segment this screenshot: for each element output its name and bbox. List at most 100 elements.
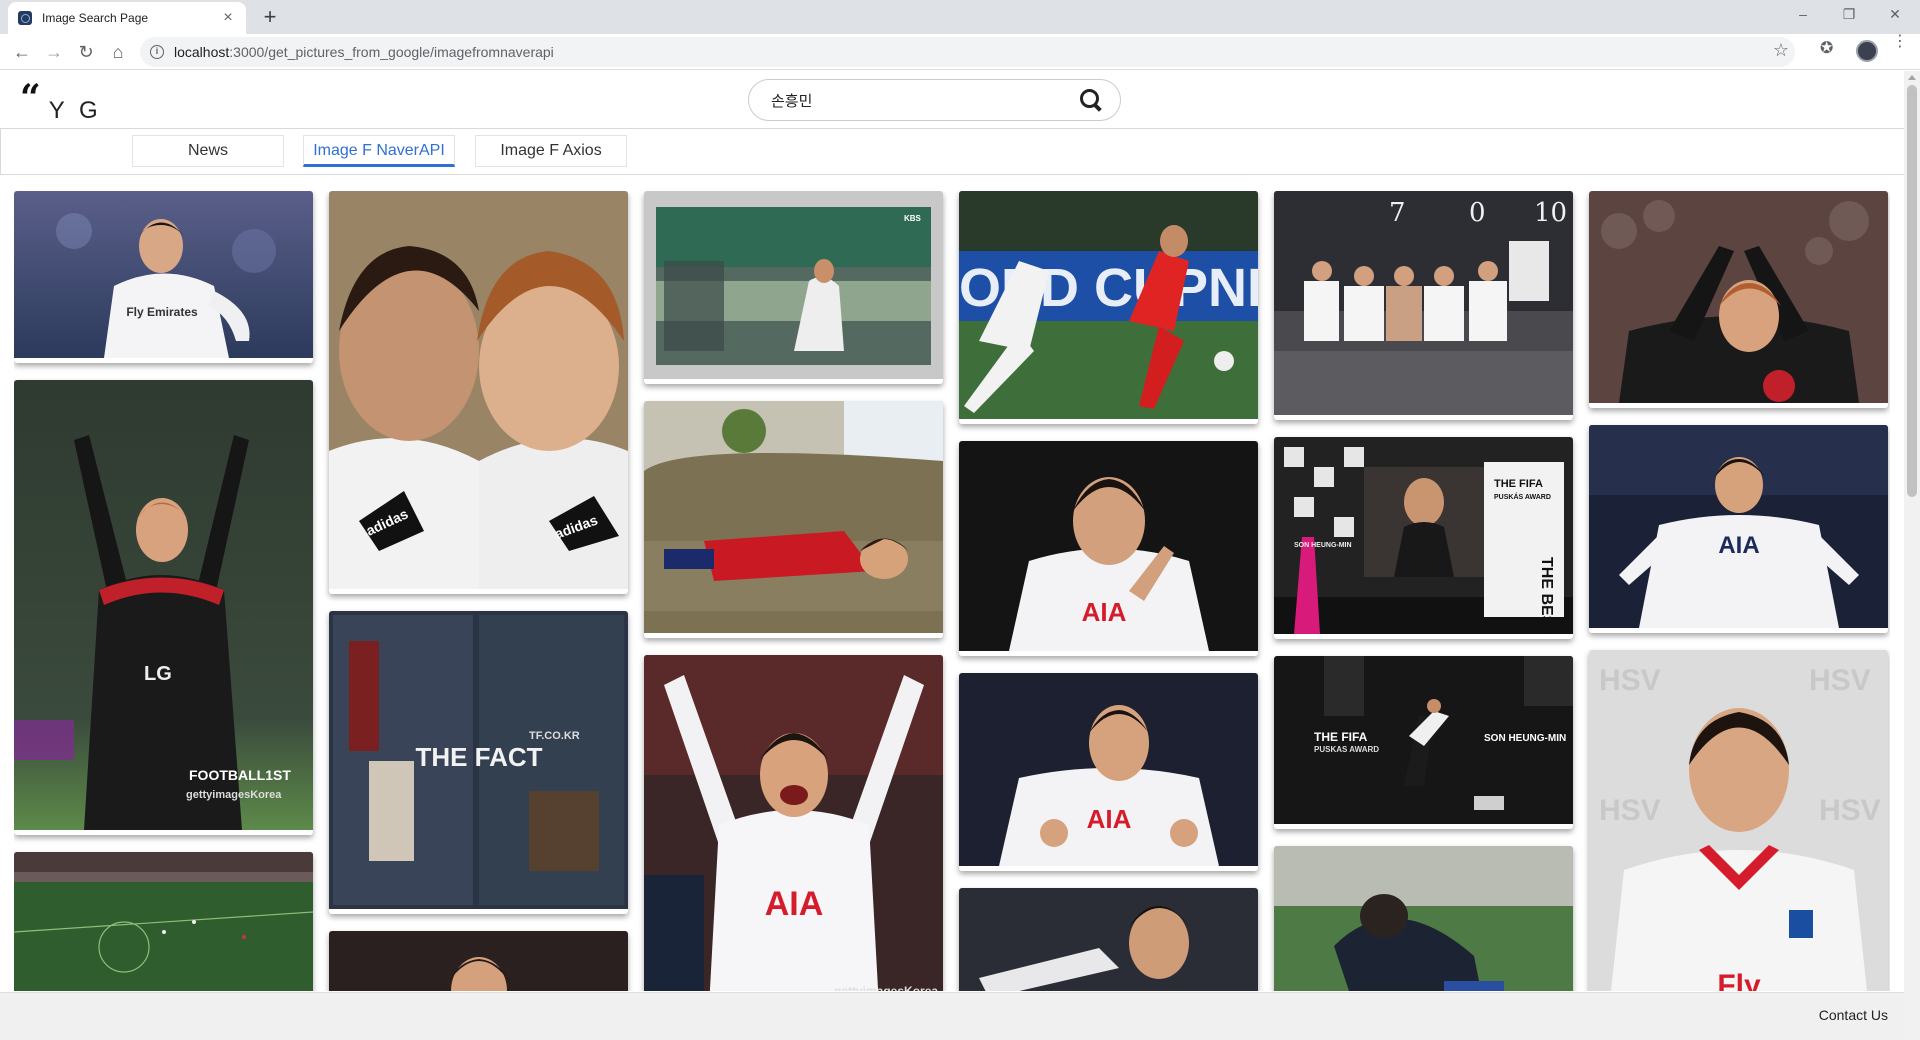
image-card[interactable] <box>1589 191 1888 408</box>
browser-toolbar: ← → ↻ ⌂ i localhost:3000/get_pictures_fr… <box>0 34 1920 70</box>
aia-text-2: AIA <box>1082 597 1127 627</box>
tab-title: Image Search Page <box>42 11 149 25</box>
image-card[interactable] <box>1274 846 1573 991</box>
forward-icon[interactable]: → <box>40 38 68 66</box>
fifa-text-2: THE FIFA <box>1314 730 1368 744</box>
image-card[interactable]: adidas adidas <box>329 191 628 594</box>
contact-us-link[interactable]: Contact Us <box>1819 1007 1888 1023</box>
tab-close-icon[interactable]: × <box>220 10 236 26</box>
image-card[interactable] <box>959 888 1258 991</box>
url-path: :3000/get_pictures_from_google/imagefrom… <box>229 44 554 60</box>
info-icon[interactable]: i <box>150 45 164 59</box>
hsv-text: HSV <box>1599 664 1661 697</box>
tab-news[interactable]: News <box>132 135 284 167</box>
image-card[interactable]: HSV HSV HSV HSV Fly <box>1589 650 1888 991</box>
image-card[interactable]: 7 0 10 <box>1274 191 1573 420</box>
extensions-icon[interactable]: ✪ <box>1820 38 1833 58</box>
search-input[interactable] <box>771 91 1080 109</box>
son-name-text-2: SON HEUNG-MIN <box>1484 733 1566 744</box>
image-card[interactable]: THE FIFA PUSKAS AWARD SON HEUNG-MIN <box>1274 656 1573 829</box>
site-footer: Contact Us <box>0 992 1904 1040</box>
photo-fifa-best-stage: THE FIFA PUSKÁS AWARD THE BEST SON HEUNG… <box>1274 437 1573 636</box>
tab-image-axios[interactable]: Image F Axios <box>475 135 627 167</box>
photo-tv-broadcast: KBS <box>644 191 943 379</box>
image-card[interactable]: THE FACT TF.CO.KR <box>329 611 628 914</box>
new-tab-button[interactable]: + <box>258 6 282 30</box>
image-card[interactable] <box>644 401 943 638</box>
getty-text: gettyimagesKorea <box>186 789 282 801</box>
restore-button[interactable]: ❐ <box>1826 0 1872 30</box>
svg-text:10: 10 <box>1534 198 1567 228</box>
browser-tab-strip: Image Search Page × + – ❐ ✕ <box>0 0 1920 34</box>
image-card[interactable]: AIA gettyimagesKorea <box>644 655 943 991</box>
photo-son-heart-spurs: AIA <box>1589 425 1888 628</box>
emirates-text: Fly Emirates <box>126 305 198 319</box>
son-name-text: SON HEUNG-MIN <box>1294 542 1352 549</box>
reload-icon[interactable]: ↻ <box>72 38 100 66</box>
image-card[interactable]: LG FOOTBALL1ST gettyimagesKorea <box>14 380 313 835</box>
profile-avatar[interactable] <box>1856 40 1878 62</box>
home-icon[interactable]: ⌂ <box>104 38 132 66</box>
gallery-column: 7 0 10 THE FIFA PUSKÁS AWARD THE BEST SO… <box>1274 191 1573 991</box>
page: “ Y G News Image F NaverAPI Image F Axio… <box>0 71 1920 1040</box>
broadcaster-text: KBS <box>904 214 922 223</box>
photo-stadium-pitch <box>14 852 313 991</box>
fifa-text: THE FIFA <box>1494 478 1543 490</box>
image-card[interactable] <box>329 931 628 991</box>
svg-text:7: 7 <box>1389 198 1406 228</box>
photo-the-fact: THE FACT TF.CO.KR <box>329 611 628 909</box>
the-best-text: THE BEST <box>1538 557 1555 634</box>
scroll-up-icon[interactable] <box>1908 75 1916 80</box>
hsv-text-4: HSV <box>1819 794 1881 827</box>
browser-tab[interactable]: Image Search Page × <box>8 2 246 34</box>
scrollbar[interactable] <box>1904 71 1920 1040</box>
image-card[interactable]: AIA <box>959 673 1258 871</box>
image-card[interactable]: THE FIFA PUSKÁS AWARD THE BEST SON HEUNG… <box>1274 437 1573 639</box>
gallery-column: Fly Emirates LG FOOTBALL1ST gettyimagesK… <box>14 191 313 991</box>
gallery-column: ORD CUPNI AIA AIA <box>959 191 1258 991</box>
url-host: localhost <box>174 44 230 60</box>
image-card[interactable]: KBS <box>644 191 943 384</box>
aia-text-3: AIA <box>1087 804 1132 834</box>
photo-son-heart-hands <box>959 888 1258 991</box>
site-header: “ Y G <box>0 71 1904 129</box>
photo-son-fist-pump: AIA <box>959 673 1258 866</box>
star-icon[interactable]: ☆ <box>1773 40 1789 61</box>
image-card[interactable]: AIA <box>1589 425 1888 633</box>
image-card[interactable]: AIA <box>959 441 1258 656</box>
image-gallery: Fly Emirates LG FOOTBALL1ST gettyimagesK… <box>14 191 1890 991</box>
back-icon[interactable]: ← <box>8 38 36 66</box>
image-card[interactable]: ORD CUPNI <box>959 191 1258 424</box>
scrollbar-thumb[interactable] <box>1907 85 1917 497</box>
photo-son-selfie: adidas adidas <box>329 191 628 589</box>
address-bar[interactable]: i localhost:3000/get_pictures_from_googl… <box>140 37 1795 67</box>
photo-son-shooting: ORD CUPNI <box>959 191 1258 419</box>
image-card[interactable] <box>14 852 313 991</box>
lg-text: LG <box>144 663 172 685</box>
tab-image-naver-api[interactable]: Image F NaverAPI <box>303 135 455 167</box>
aia-text-4: AIA <box>1718 532 1759 559</box>
photo-son-crowd <box>329 931 628 991</box>
gallery-column: AIA HSV HSV HSV HSV Fly <box>1589 191 1888 991</box>
puskas-text: PUSKÁS AWARD <box>1494 492 1551 501</box>
site-logo[interactable]: “ Y G <box>20 77 102 125</box>
photo-locker-room: 7 0 10 <box>1274 191 1573 415</box>
image-card[interactable]: Fly Emirates <box>14 191 313 363</box>
puskas-text-2: PUSKAS AWARD <box>1314 745 1379 754</box>
logo-quote-icon: “ <box>20 77 41 119</box>
close-window-button[interactable]: ✕ <box>1872 0 1918 30</box>
aia-text: AIA <box>765 885 824 923</box>
photo-son-celebrating: AIA gettyimagesKorea <box>644 655 943 991</box>
photo-son-pointing: AIA <box>959 441 1258 651</box>
getty-text-2: gettyimagesKorea <box>834 984 938 991</box>
fly-text: Fly <box>1717 969 1761 991</box>
menu-dots-icon[interactable]: ⋮ <box>1892 34 1908 50</box>
favicon-icon <box>18 11 32 25</box>
search-icon[interactable] <box>1080 89 1102 111</box>
hsv-text-2: HSV <box>1809 664 1871 697</box>
gallery-column: KBS AIA gettyimagesKorea <box>644 191 943 991</box>
search-box <box>748 79 1121 121</box>
category-nav: News Image F NaverAPI Image F Axios <box>0 129 1904 175</box>
the-fact-text: THE FACT <box>415 742 542 772</box>
minimize-button[interactable]: – <box>1780 0 1826 30</box>
